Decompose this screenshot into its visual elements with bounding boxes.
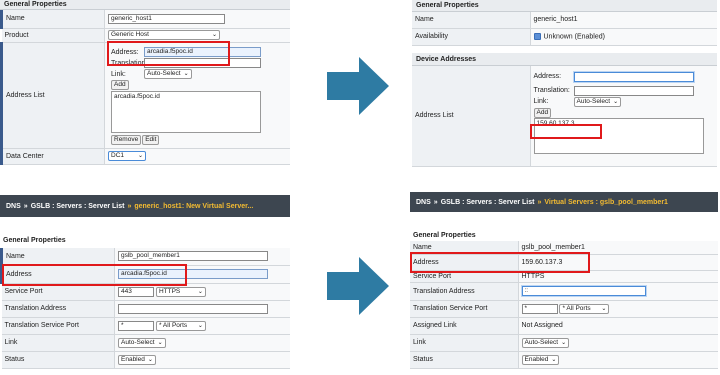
chevron-down-icon: ⌄ [183, 71, 189, 77]
panel-generic-host-new: General Properties Name generic_host1 Pr… [0, 0, 290, 170]
breadcrumb: DNS» GSLB : Servers : Server List» Virtual… [410, 192, 718, 212]
translation-address-input[interactable]: :: [521, 286, 646, 296]
breadcrumb-current: generic_host1: New Virtual Server... [134, 202, 254, 210]
section-title: General Properties [413, 232, 476, 239]
breadcrumb-root[interactable]: DNS [416, 199, 431, 206]
chevron-down-icon: ⌄ [211, 32, 217, 38]
section-title: General Properties [416, 2, 479, 9]
translation-address-label: Translation Address [410, 282, 519, 301]
arrow-right-icon [327, 257, 389, 315]
highlight-box [107, 41, 230, 66]
device-addresses-title: Device Addresses [416, 56, 477, 63]
list-item[interactable]: arcadia.f5poc.id [114, 93, 160, 100]
chevron-down-icon: ⌄ [551, 356, 557, 363]
edit-button[interactable]: Edit [142, 135, 160, 145]
name-input[interactable]: gslb_pool_member1 [118, 251, 268, 262]
data-center-select[interactable]: DC1 ⌄ [108, 151, 146, 161]
data-center-label: Data Center [0, 148, 105, 165]
availability-value: Unknown (Enabled) [543, 33, 605, 41]
properties-table: Name generic_host1 Availability Unknown … [412, 12, 717, 46]
translation-address-label: Translation Address [1, 300, 115, 318]
status-select[interactable]: Enabled ⌄ [521, 354, 560, 365]
add-button[interactable]: Add [111, 80, 129, 90]
product-select[interactable]: Generic Host ⌄ [108, 30, 220, 40]
name-label: Name [0, 10, 105, 29]
link-select[interactable]: Auto-Select ⌄ [118, 337, 166, 348]
highlight-box [530, 124, 602, 139]
highlight-box [410, 252, 590, 273]
name-input[interactable]: generic_host1 [108, 13, 225, 24]
panel-new-virtual-server: DNS» GSLB : Servers : Server List» generic… [0, 195, 290, 375]
properties-table: Name generic_host1 Product Generic Host ⌄… [0, 10, 290, 165]
link-select[interactable]: Auto-Select ⌄ [521, 337, 570, 348]
panel-virtual-server-saved: DNS» GSLB : Servers : Server List» Virtual… [410, 192, 718, 375]
service-port-input[interactable]: 443 [118, 286, 154, 297]
section-title: General Properties [3, 237, 66, 244]
breadcrumb-server-list[interactable]: GSLB : Servers : Server List [31, 203, 125, 210]
translation-address-input[interactable] [118, 303, 268, 314]
chevron-down-icon: ⌄ [157, 339, 163, 346]
address-input[interactable] [573, 71, 694, 82]
status-label: Status [1, 351, 115, 369]
service-port-select[interactable]: HTTPS ⌄ [155, 286, 206, 297]
translation-service-port-label: Translation Service Port [410, 300, 519, 318]
chevron-down-icon: ⌄ [147, 356, 153, 363]
breadcrumb: DNS» GSLB : Servers : Server List» generic… [0, 195, 290, 217]
panel-generic-host-saved: General Properties Name generic_host1 Av… [412, 0, 717, 170]
assigned-link-label: Assigned Link [410, 317, 519, 335]
product-label: Product [1, 28, 105, 43]
device-addresses-table: Address List Address: Translation: Link:… [412, 66, 717, 167]
remove-button[interactable]: Remove [111, 135, 142, 145]
breadcrumb-server-list[interactable]: GSLB : Servers : Server List [441, 199, 535, 206]
link-select[interactable]: Auto-Select ⌄ [144, 69, 192, 79]
link-label: Link [410, 334, 519, 352]
availability-label: Availability [412, 28, 531, 46]
name-label: Name [0, 248, 115, 266]
translation-service-port-label: Translation Service Port [1, 317, 115, 335]
address-list-label: Address List [412, 66, 531, 167]
chevron-down-icon: ⌄ [561, 339, 567, 346]
translation-port-input[interactable]: * [118, 320, 154, 331]
chevron-down-icon: ⌄ [601, 305, 607, 312]
address-label: Address: [533, 73, 562, 80]
highlight-box [2, 264, 187, 286]
translation-port-input[interactable]: * [521, 303, 558, 314]
assigned-link-value: Not Assigned [518, 317, 718, 335]
chevron-down-icon: ⌄ [197, 322, 203, 329]
link-label: Link: [533, 98, 549, 105]
arrow-right-icon [327, 57, 389, 115]
add-button[interactable]: Add [533, 107, 552, 118]
translation-port-select[interactable]: * All Ports ⌄ [155, 320, 206, 331]
name-value: generic_host1 [530, 12, 717, 29]
chevron-down-icon: ⌄ [197, 288, 203, 295]
link-label: Link [1, 334, 115, 352]
breadcrumb-separator: » [433, 198, 438, 206]
translation-label: Translation: [533, 87, 570, 94]
translation-input[interactable] [573, 85, 694, 96]
address-listbox[interactable]: arcadia.f5poc.id [111, 90, 261, 133]
status-unknown-icon [533, 32, 541, 40]
translation-port-select[interactable]: * All Ports ⌄ [559, 303, 610, 314]
status-label: Status [410, 351, 519, 369]
breadcrumb-current: Virtual Servers : gslb_pool_member1 [544, 198, 668, 206]
chevron-down-icon: ⌄ [137, 153, 143, 159]
link-select[interactable]: Auto-Select ⌄ [573, 96, 622, 107]
breadcrumb-root[interactable]: DNS [6, 203, 21, 210]
breadcrumb-separator: » [23, 202, 28, 210]
section-title: General Properties [4, 1, 67, 8]
address-list-label: Address List [0, 42, 105, 149]
breadcrumb-separator: » [537, 198, 542, 206]
chevron-down-icon: ⌄ [613, 98, 619, 105]
link-label: Link: [111, 70, 126, 78]
name-label: Name [412, 12, 531, 29]
breadcrumb-separator: » [127, 202, 132, 210]
status-select[interactable]: Enabled ⌄ [118, 354, 156, 365]
